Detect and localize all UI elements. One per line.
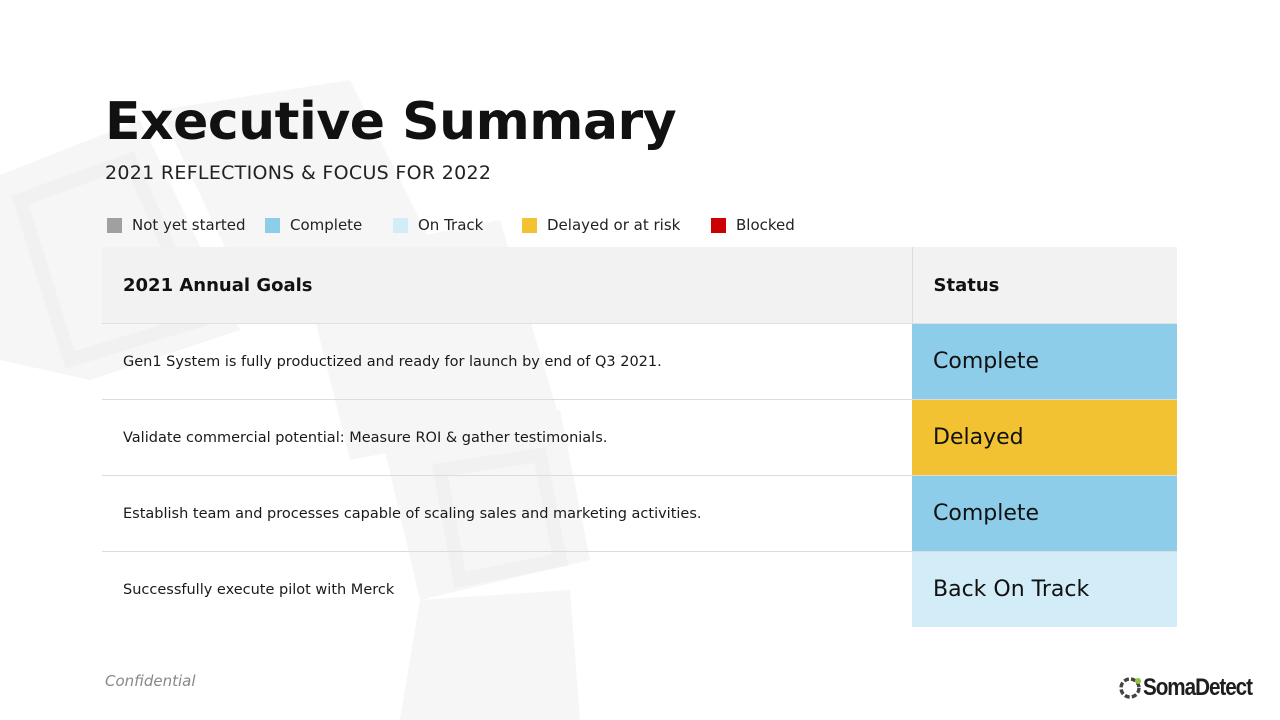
legend-label: Not yet started xyxy=(132,216,246,234)
status-cell: Delayed xyxy=(912,399,1177,476)
table-header-row: 2021 Annual Goals Status xyxy=(102,247,1177,324)
logo-ring-icon xyxy=(1119,677,1141,699)
table-row: Successfully execute pilot with Merck Ba… xyxy=(102,551,1177,627)
table-row: Gen1 System is fully productized and rea… xyxy=(102,323,1177,400)
legend-label: Delayed or at risk xyxy=(547,216,681,234)
status-cell: Complete xyxy=(912,475,1177,552)
goals-table: 2021 Annual Goals Status Gen1 System is … xyxy=(102,247,1177,627)
page-subtitle: 2021 REFLECTIONS & FOCUS FOR 2022 xyxy=(105,162,492,184)
goals-column-header: 2021 Annual Goals xyxy=(102,247,912,324)
legend-label: Complete xyxy=(290,216,363,234)
legend-item-delayed: Delayed or at risk xyxy=(522,216,680,234)
goal-cell: Gen1 System is fully productized and rea… xyxy=(102,323,912,400)
legend-item-blocked: Blocked xyxy=(711,216,795,234)
legend-label: Blocked xyxy=(736,216,795,234)
logo-text: SomaDetect xyxy=(1143,674,1253,701)
legend-swatch-grey xyxy=(107,217,122,233)
legend-swatch-yellow xyxy=(522,217,537,233)
legend-item-on-track: On Track xyxy=(393,216,483,234)
legend-swatch-red xyxy=(711,217,726,233)
goal-cell: Validate commercial potential: Measure R… xyxy=(102,399,912,476)
company-logo: SomaDetect xyxy=(1118,674,1270,702)
page-title: Executive Summary xyxy=(105,92,677,152)
table-row: Establish team and processes capable of … xyxy=(102,475,1177,552)
goal-cell: Successfully execute pilot with Merck xyxy=(123,581,395,598)
status-column-header: Status xyxy=(911,247,1177,324)
legend-swatch-light-blue xyxy=(393,217,408,233)
legend-item-complete: Complete xyxy=(265,216,362,234)
confidential-label: Confidential xyxy=(105,672,196,690)
status-cell: Back On Track xyxy=(912,551,1177,627)
goal-cell: Establish team and processes capable of … xyxy=(102,475,912,552)
legend-item-not-yet-started: Not yet started xyxy=(107,216,246,234)
legend-swatch-blue xyxy=(265,217,280,233)
status-cell: Complete xyxy=(912,323,1177,400)
legend-label: On Track xyxy=(418,216,484,234)
table-row: Validate commercial potential: Measure R… xyxy=(102,399,1177,476)
